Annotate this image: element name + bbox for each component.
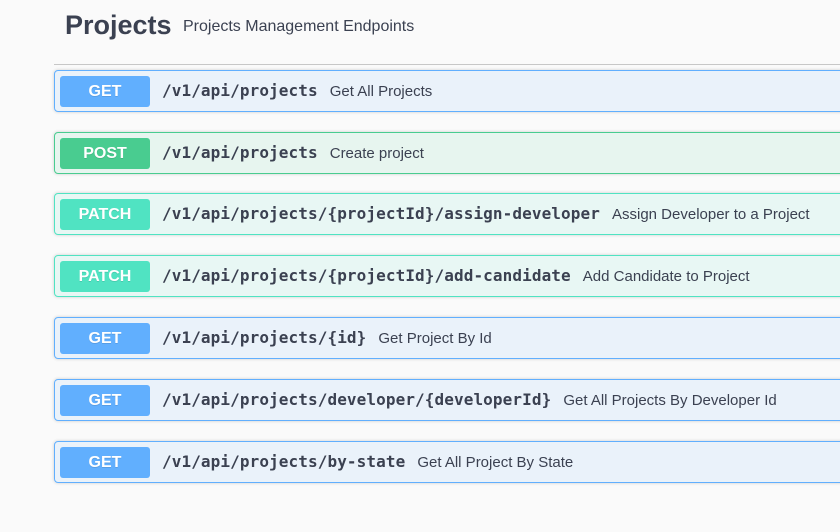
operation-add-candidate[interactable]: PATCH /v1/api/projects/{projectId}/add-c… <box>54 255 840 297</box>
path-text: /v1/api/projects/developer/{developerId} <box>162 390 552 409</box>
operation-path: /v1/api/projects/{projectId}/add-candida… <box>162 266 750 287</box>
section-description: Projects Management Endpoints <box>183 18 415 35</box>
method-badge: POST <box>60 138 150 169</box>
path-text: /v1/api/projects/{projectId}/assign-deve… <box>162 204 600 223</box>
method-badge: GET <box>60 447 150 478</box>
operation-assign-developer[interactable]: PATCH /v1/api/projects/{projectId}/assig… <box>54 193 840 235</box>
operation-path: /v1/api/projects/developer/{developerId}… <box>162 390 777 411</box>
method-badge: GET <box>60 76 150 107</box>
operation-path: /v1/api/projects/by-state Get All Project… <box>162 452 573 473</box>
section-title: Projects <box>65 10 172 40</box>
path-text: /v1/api/projects/by-state <box>162 452 406 471</box>
path-text: /v1/api/projects/{projectId}/add-candida… <box>162 266 571 285</box>
method-badge: GET <box>60 385 150 416</box>
operation-get-all-projects[interactable]: GET /v1/api/projects Get All Projects <box>54 70 840 112</box>
operation-summary: Create project <box>329 145 424 162</box>
operation-path: /v1/api/projects Get All Projects <box>162 81 432 102</box>
operation-path: /v1/api/projects/{id} Get Project By Id <box>162 328 492 349</box>
path-text: /v1/api/projects/{id} <box>162 328 367 347</box>
method-badge: PATCH <box>60 199 150 230</box>
method-badge: GET <box>60 323 150 354</box>
operation-path: /v1/api/projects/{projectId}/assign-deve… <box>162 204 810 225</box>
method-badge: PATCH <box>60 261 150 292</box>
operation-path: /v1/api/projects Create project <box>162 143 424 164</box>
path-text: /v1/api/projects <box>162 81 318 100</box>
operation-summary: Get All Projects <box>329 83 433 100</box>
operation-summary: Get Project By Id <box>378 330 492 347</box>
operation-summary: Assign Developer to a Project <box>611 206 810 223</box>
operation-summary: Get All Projects By Developer Id <box>563 392 777 409</box>
operation-summary: Add Candidate to Project <box>582 268 750 285</box>
operation-get-projects-by-state[interactable]: GET /v1/api/projects/by-state Get All Pro… <box>54 441 840 483</box>
path-text: /v1/api/projects <box>162 143 318 162</box>
operation-get-project-by-id[interactable]: GET /v1/api/projects/{id} Get Project By … <box>54 317 840 359</box>
operation-summary: Get All Project By State <box>417 454 574 471</box>
operation-get-projects-by-developer[interactable]: GET /v1/api/projects/developer/{develope… <box>54 379 840 421</box>
operation-create-project[interactable]: POST /v1/api/projects Create project <box>54 132 840 174</box>
projects-section-header[interactable]: Projects Projects Management Endpoints <box>54 0 840 65</box>
